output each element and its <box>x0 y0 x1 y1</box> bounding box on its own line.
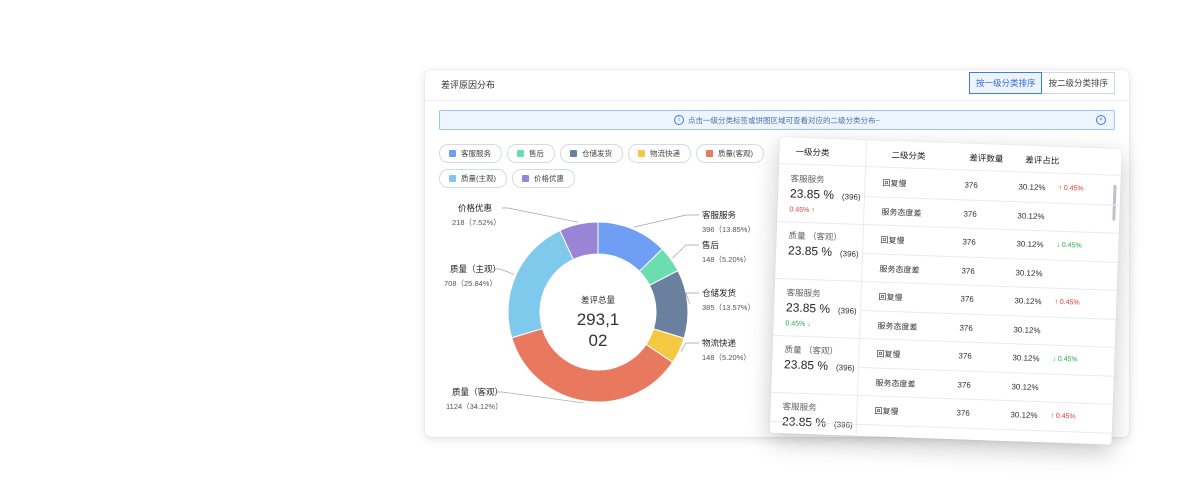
level1-category-name: 客服服务 <box>782 401 817 413</box>
level1-percent: 23.85 % <box>785 300 831 316</box>
slice-label-name: 仓储发货 <box>702 288 737 298</box>
level1-count: (396) <box>837 306 857 316</box>
slice-label-value: 148（5.20%） <box>702 353 751 362</box>
row-divider <box>859 309 1116 320</box>
review-ratio: 30.12% <box>1010 410 1038 421</box>
level2-category-name: 服务态度差 <box>875 377 916 389</box>
leader-line <box>672 244 699 259</box>
review-ratio: 30.12% <box>1016 239 1044 250</box>
review-ratio: 30.12% <box>1011 381 1039 392</box>
slice-label-name: 质量（主观） <box>450 264 501 274</box>
review-count: 376 <box>962 237 976 247</box>
donut-slice[interactable] <box>507 229 575 339</box>
level1-category-name: 质量 （客观） <box>784 344 839 357</box>
slice-label-value: 218（7.52%） <box>452 218 501 227</box>
review-ratio: 30.12% <box>1013 324 1041 335</box>
ratio-change: ↑ 0.45% <box>1050 412 1076 421</box>
level1-category-name: 客服服务 <box>786 287 821 299</box>
review-count: 376 <box>960 294 974 304</box>
table-header: 一级分类 <box>795 146 830 158</box>
level1-count: (396) <box>839 249 859 259</box>
slice-label-name: 价格优惠 <box>458 203 492 213</box>
level1-percent: 23.85 % <box>783 357 829 373</box>
slice-label-value: 385（13.57%） <box>702 303 755 312</box>
table-header: 二级分类 <box>891 149 926 162</box>
slice-label-value: 708（25.84%） <box>444 279 497 288</box>
level1-count: (396) <box>841 192 861 202</box>
slice-label-value: 396（13.85%） <box>702 225 755 234</box>
level2-category-name: 回复慢 <box>880 235 905 246</box>
slice-label-name: 售后 <box>702 240 720 250</box>
row-divider <box>863 195 1120 206</box>
level2-category-name: 回复慢 <box>874 406 899 417</box>
slice-label-name: 质量（客观） <box>452 387 503 397</box>
ratio-change: ↓ 0.45% <box>1052 355 1078 364</box>
review-count: 376 <box>959 322 973 333</box>
column-divider <box>855 140 867 436</box>
review-ratio: 30.12% <box>1018 182 1046 193</box>
review-ratio: 30.12% <box>1017 210 1045 221</box>
level1-count: (396) <box>835 363 855 373</box>
level2-category-name: 回复慢 <box>876 349 901 360</box>
review-count: 376 <box>958 351 972 361</box>
slice-label-name: 客服服务 <box>702 210 737 220</box>
review-count: 376 <box>964 180 978 190</box>
ratio-change: ↓ 0.45% <box>1056 241 1082 250</box>
slice-label-value: 148（5.20%） <box>702 255 751 264</box>
slice-label-name: 物流快递 <box>702 338 737 348</box>
leader-line <box>633 214 699 228</box>
donut-center-value: 293,1 <box>577 310 620 329</box>
review-ratio: 30.12% <box>1012 353 1040 364</box>
category-table-card: 一级分类 二级分类 差评数量 差评占比 客服服务 23.85 % (396) 0.45% ↑ 回… <box>769 137 1122 445</box>
review-count: 376 <box>963 208 977 219</box>
ratio-change: ↑ 0.45% <box>1054 298 1080 307</box>
review-count: 376 <box>961 265 975 276</box>
level1-percent: 23.85 % <box>787 243 833 259</box>
review-count: 376 <box>957 379 971 390</box>
donut-center-label: 差评总量 <box>581 295 616 305</box>
level2-category-name: 服务态度差 <box>879 264 920 275</box>
group-divider <box>775 277 1117 291</box>
row-divider <box>858 366 1114 377</box>
review-count: 376 <box>956 408 970 418</box>
level2-category-name: 服务态度差 <box>881 207 922 218</box>
level1-category-name: 客服服务 <box>790 173 825 185</box>
leader-line <box>680 342 699 352</box>
slice-label-value: 1124（34.12%） <box>446 402 503 411</box>
level2-category-name: 回复慢 <box>878 292 903 303</box>
table-scrollbar[interactable] <box>1112 184 1117 221</box>
level1-change: 0.45% ↓ <box>785 320 811 329</box>
review-ratio: 30.12% <box>1015 267 1043 278</box>
table-header-divider <box>779 162 1121 176</box>
row-divider <box>861 252 1118 263</box>
level1-percent: 23.85 % <box>789 186 835 202</box>
ratio-change: ↑ 0.45% <box>1058 184 1084 193</box>
group-divider <box>771 391 1113 405</box>
donut-center-value: 02 <box>589 331 608 350</box>
leader-line <box>502 207 579 223</box>
level1-change: 0.45% ↑ <box>789 206 815 215</box>
table-header: 差评数量 <box>969 152 1004 164</box>
level1-count: (396) <box>833 420 853 430</box>
review-ratio: 30.12% <box>1014 296 1042 307</box>
level2-category-name: 服务态度差 <box>877 321 918 332</box>
level1-category-name: 质量 （客观） <box>788 230 843 243</box>
table-header: 差评占比 <box>1025 154 1060 166</box>
level2-category-name: 回复慢 <box>882 178 907 189</box>
